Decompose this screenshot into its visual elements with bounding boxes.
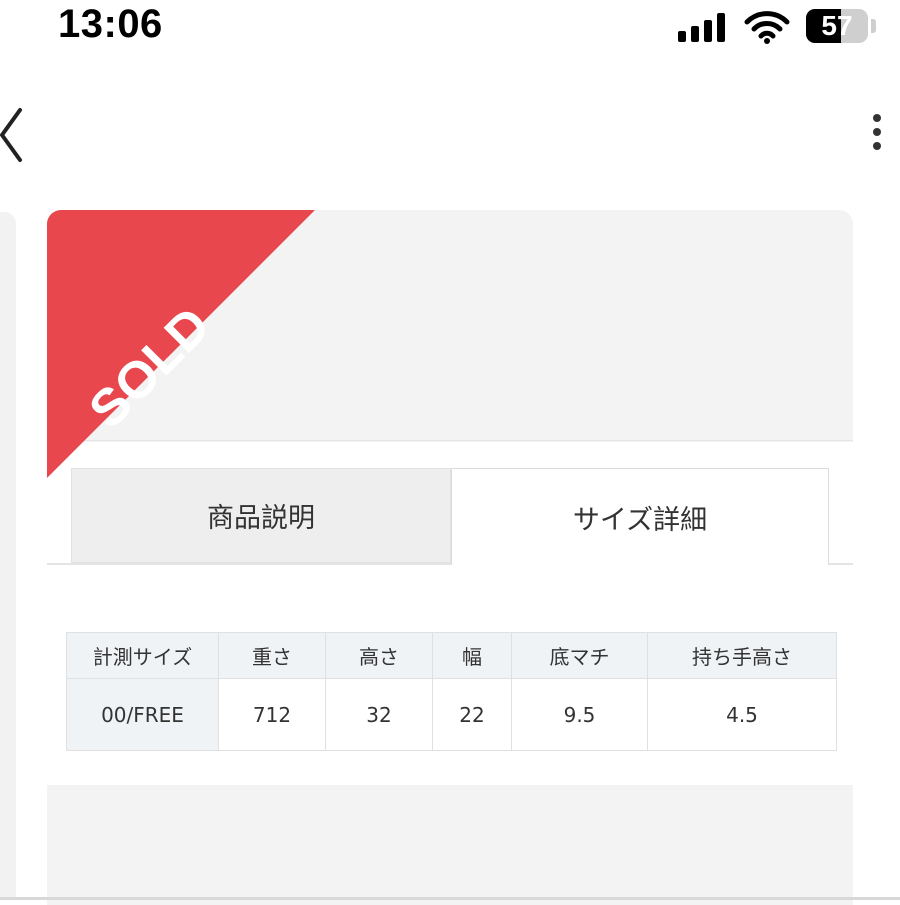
chevron-left-icon[interactable]: [0, 106, 30, 164]
status-time: 13:06: [58, 2, 163, 46]
sold-badge: SOLD: [47, 210, 317, 480]
status-bar: 13:06 57: [0, 0, 900, 56]
tab-bar: 商品説明 サイズ詳細: [47, 468, 853, 566]
battery-percent: 57: [821, 10, 853, 41]
table-cell: 22: [432, 678, 512, 751]
tab-size-details[interactable]: サイズ詳細: [451, 468, 829, 565]
more-vertical-icon[interactable]: [866, 114, 888, 156]
battery-icon: 57: [806, 9, 868, 43]
table-header: 幅: [432, 632, 512, 679]
wifi-icon: [744, 10, 790, 48]
table-header: 計測サイズ: [66, 632, 219, 679]
table-cell: 00/FREE: [66, 678, 219, 751]
table-cell: 32: [325, 678, 433, 751]
tab-label: サイズ詳細: [572, 504, 708, 536]
size-table: 計測サイズ 重さ 高さ 幅 底マチ 持ち手高さ 00/FREE 712 32 2…: [66, 632, 837, 751]
table-cell: 712: [218, 678, 326, 751]
tab-label: 商品説明: [207, 503, 315, 534]
table-cell: 9.5: [511, 678, 648, 751]
battery-cap: [871, 19, 876, 33]
table-header: 持ち手高さ: [647, 632, 837, 679]
tab-product-description[interactable]: 商品説明: [71, 468, 451, 563]
next-section-card: [47, 785, 853, 905]
table-cell: 4.5: [647, 678, 837, 751]
table-header: 高さ: [325, 632, 433, 679]
table-header-row: 計測サイズ 重さ 高さ 幅 底マチ 持ち手高さ: [66, 632, 837, 679]
table-header: 重さ: [218, 632, 326, 679]
previous-image-card[interactable]: [0, 212, 16, 900]
table-header: 底マチ: [511, 632, 648, 679]
signal-icon: [678, 12, 726, 42]
table-row: 00/FREE 712 32 22 9.5 4.5: [66, 678, 837, 751]
